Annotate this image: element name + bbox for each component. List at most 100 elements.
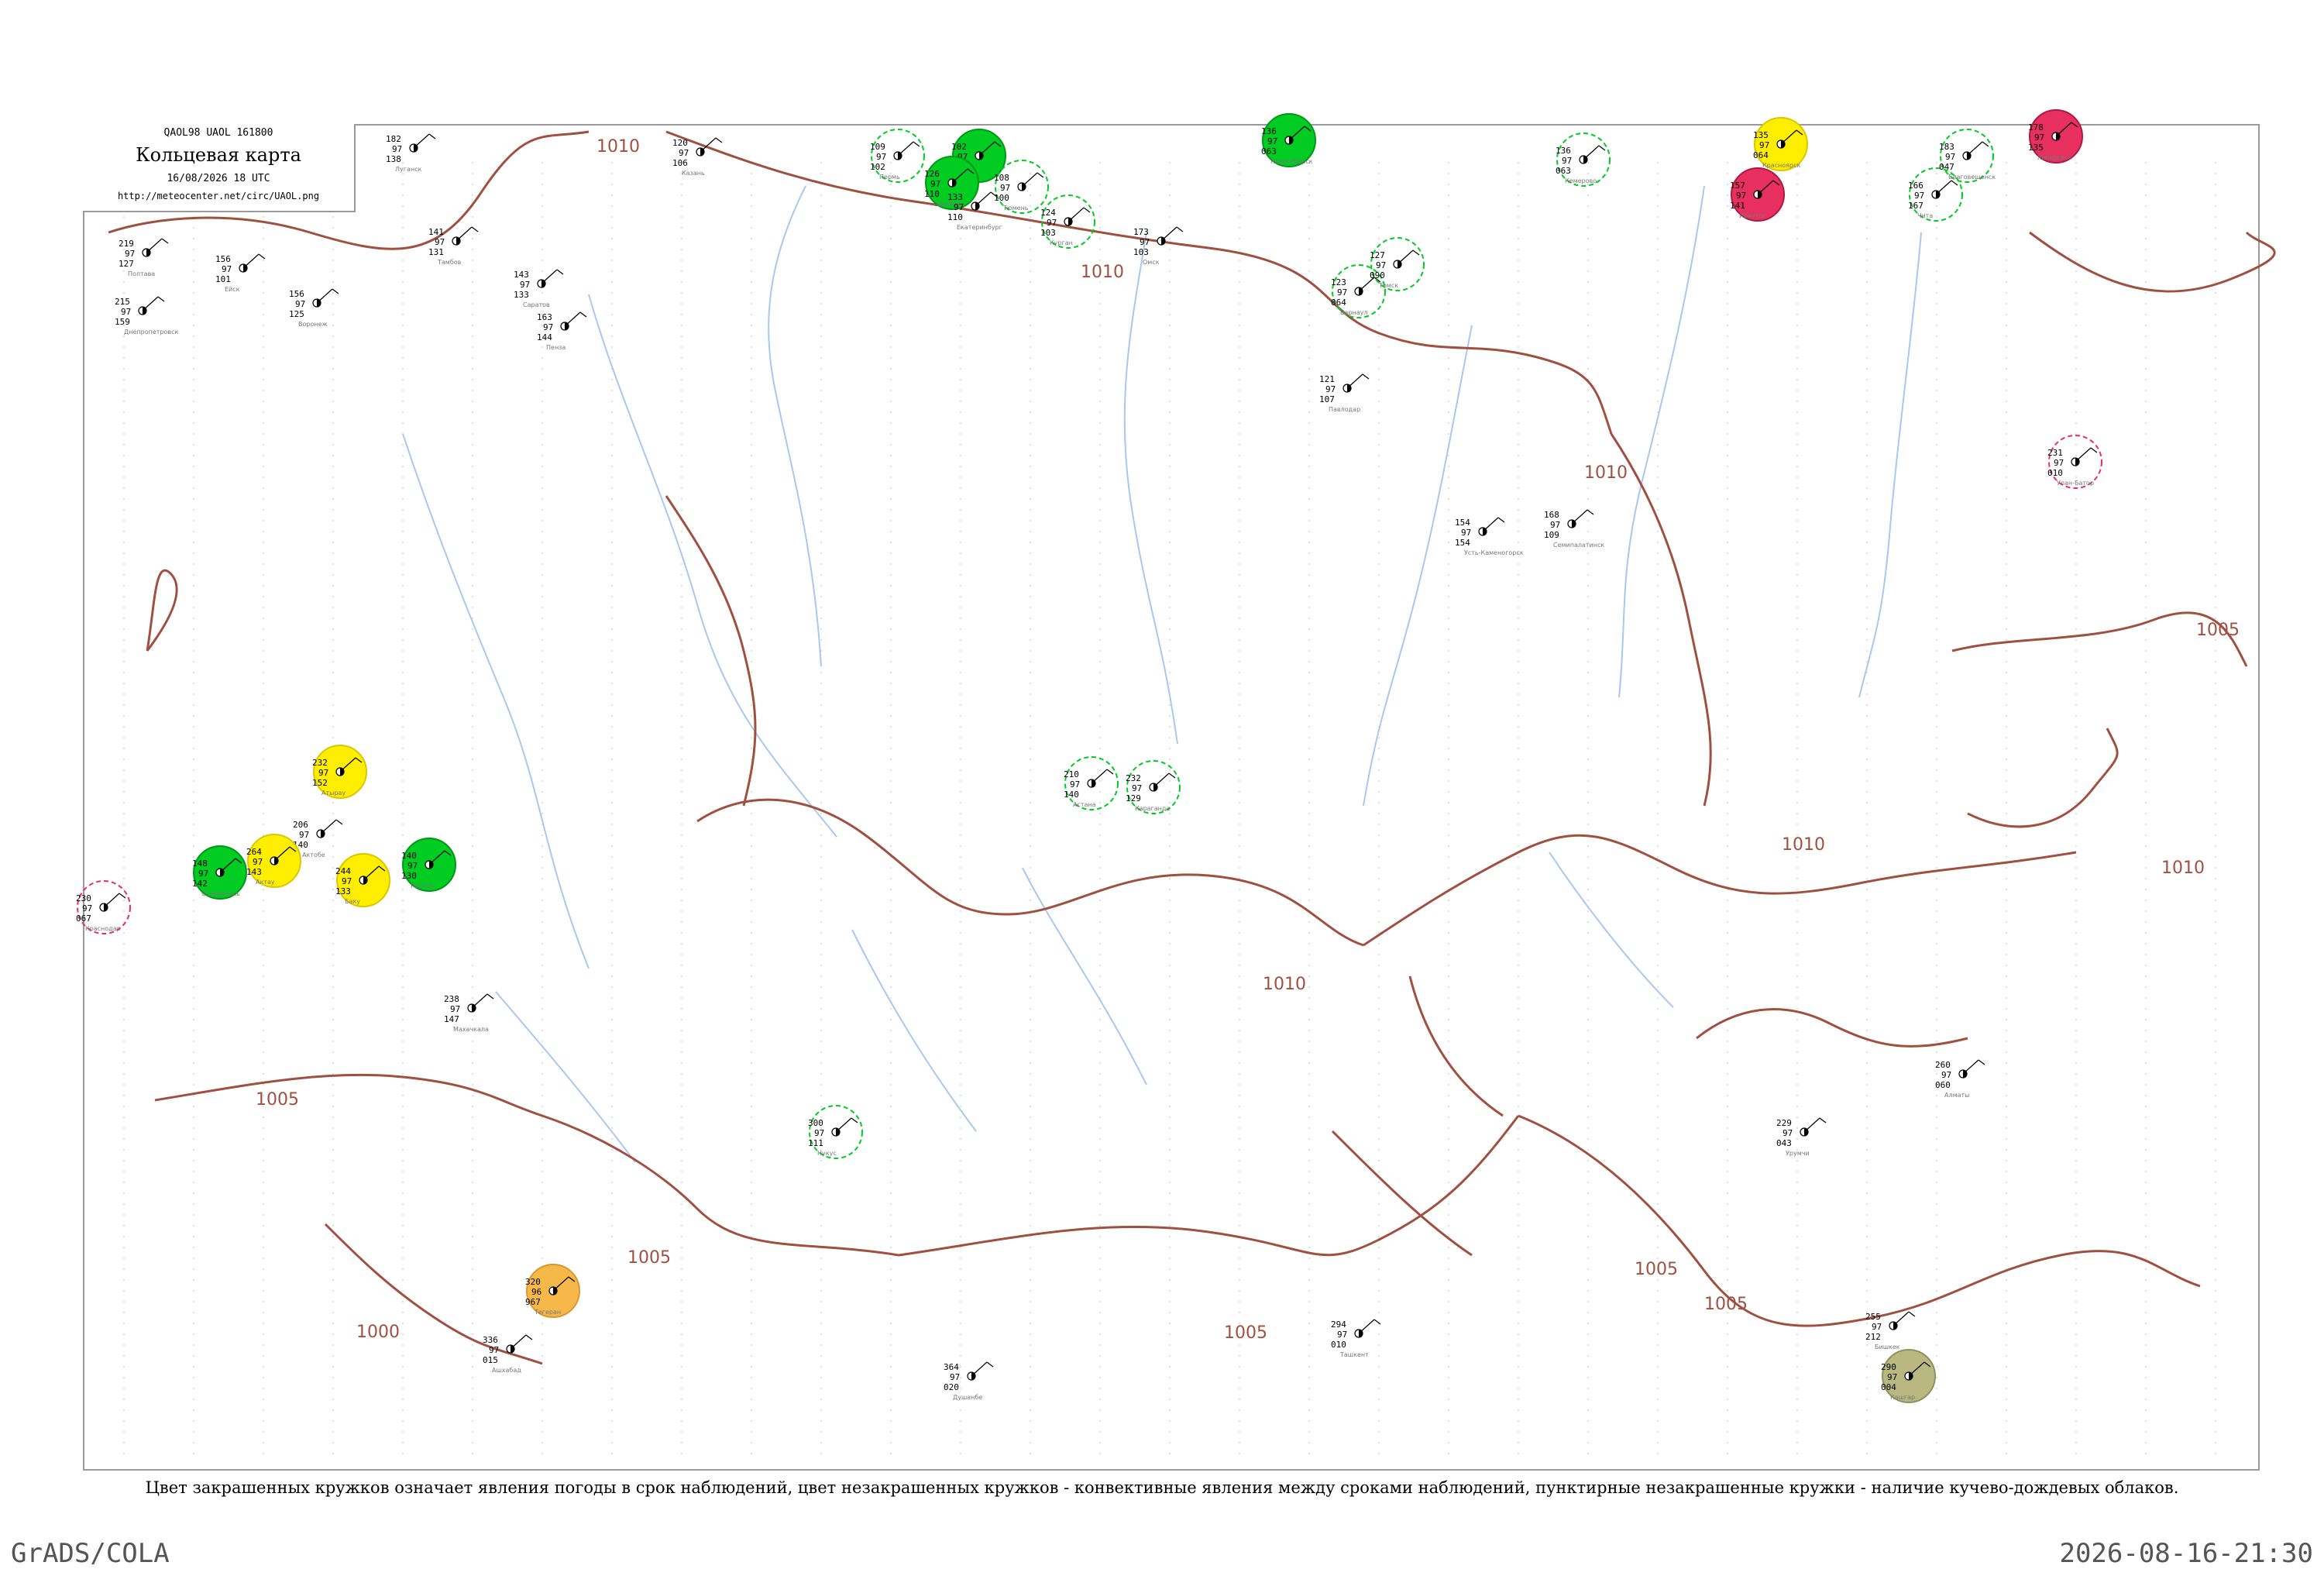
station-name: Усть-Каменогорск bbox=[1464, 549, 1524, 556]
station-plot: 17397103 Омск bbox=[1133, 226, 1184, 266]
station-temp: 97 bbox=[1337, 287, 1347, 298]
station-dewpoint: 967 bbox=[525, 1297, 541, 1307]
wind-barb-icon bbox=[1021, 172, 1038, 188]
wind-barb-icon bbox=[1935, 180, 1952, 195]
station-dewpoint: 127 bbox=[119, 259, 134, 269]
station-plot: 16397144 Пенза bbox=[537, 311, 587, 351]
station-dewpoint: 152 bbox=[312, 778, 328, 788]
station-pressure: 108 bbox=[994, 173, 1009, 183]
station-plot: 10897100 Тюмень bbox=[994, 160, 1049, 214]
station-name: Полтава bbox=[128, 270, 155, 277]
station-name: Баку bbox=[345, 898, 360, 905]
station-dewpoint: 064 bbox=[1753, 150, 1769, 160]
station-pressure: 154 bbox=[1455, 518, 1470, 528]
station-name: Нукус bbox=[817, 1150, 837, 1157]
station-pressure: 232 bbox=[312, 758, 328, 768]
station-dewpoint: 063 bbox=[1261, 146, 1277, 157]
station-pressure: 166 bbox=[1908, 181, 1923, 191]
station-dewpoint: 102 bbox=[870, 162, 885, 172]
station-plot: 17897135Хабаровск bbox=[2028, 109, 2083, 163]
station-temp: 97 bbox=[954, 202, 964, 212]
wind-barb-icon bbox=[1966, 141, 1983, 157]
wind-barb-icon bbox=[1571, 509, 1588, 525]
station-name: Кемерово bbox=[1565, 177, 1597, 184]
station-name: Чита bbox=[1917, 212, 1933, 219]
station-temp: 97 bbox=[121, 307, 131, 317]
wind-barb-icon bbox=[541, 269, 558, 284]
station-dewpoint: 090 bbox=[1370, 270, 1385, 280]
station-dewpoint: 138 bbox=[386, 154, 401, 164]
station-temp: 97 bbox=[1914, 191, 1924, 201]
isobar-labels: 1010 1010 1010 1010 1010 1010 1005 1005 … bbox=[256, 137, 2240, 1343]
station-dewpoint: 004 bbox=[1881, 1382, 1896, 1392]
wind-barb-icon bbox=[471, 993, 488, 1009]
isobar-label: 1005 bbox=[2196, 621, 2240, 640]
isobar-label: 1010 bbox=[2161, 858, 2205, 878]
station-temp: 97 bbox=[679, 148, 689, 158]
station-pressure: 183 bbox=[1939, 142, 1954, 152]
station-dewpoint: 131 bbox=[428, 247, 444, 257]
station-dewpoint: 063 bbox=[1556, 166, 1571, 176]
synoptic-map: 1010 1010 1010 1010 1010 1010 1005 1005 … bbox=[76, 109, 2276, 1454]
station-plot: 26497143 Актау bbox=[246, 834, 301, 888]
station-dewpoint: 130 bbox=[401, 871, 417, 881]
station-pressure: 260 bbox=[1935, 1060, 1951, 1070]
isobar-label: 1005 bbox=[256, 1090, 299, 1110]
bulletin-codes: QAOL98 UAOL 161800 bbox=[163, 127, 273, 139]
wind-barb-icon bbox=[2075, 447, 2092, 463]
station-name: Алматы bbox=[1944, 1092, 1970, 1099]
station-plot: 12197107 Павлодар bbox=[1319, 373, 1370, 413]
wind-barb-icon bbox=[242, 253, 260, 269]
wind-barb-icon bbox=[975, 191, 992, 207]
station-temp: 97 bbox=[1000, 183, 1010, 193]
station-plot: 13697063Новосибирск bbox=[1261, 113, 1316, 167]
station-pressure: 232 bbox=[1126, 773, 1141, 783]
station-temp: 97 bbox=[295, 299, 305, 309]
station-temp: 97 bbox=[299, 830, 309, 840]
wind-barb-icon bbox=[1893, 1311, 1910, 1326]
title-box: QAOL98 UAOL 161800 Кольцевая карта 16/08… bbox=[83, 124, 356, 212]
wind-barb-icon bbox=[1803, 1117, 1820, 1133]
station-temp: 97 bbox=[489, 1345, 499, 1355]
station-name: Курган bbox=[1050, 239, 1073, 246]
station-name: Красноярск bbox=[1762, 162, 1800, 169]
station-name: Луганск bbox=[395, 166, 421, 173]
station-plot: 22997043 Урумчи bbox=[1776, 1117, 1827, 1157]
station-temp: 97 bbox=[450, 1004, 460, 1014]
station-temp: 97 bbox=[520, 280, 530, 290]
station-temp: 97 bbox=[1070, 779, 1080, 790]
station-dewpoint: 129 bbox=[1126, 793, 1141, 803]
station-name: Ашхабад bbox=[492, 1367, 521, 1374]
station-name: Благовещенск bbox=[1948, 174, 1996, 181]
station-pressure: 109 bbox=[870, 142, 885, 152]
station-dewpoint: 010 bbox=[2047, 468, 2063, 478]
station-pressure: 102 bbox=[951, 142, 967, 152]
station-pressure: 215 bbox=[115, 297, 130, 307]
station-dewpoint: 100 bbox=[994, 193, 1009, 203]
station-pressure: 231 bbox=[2047, 448, 2063, 458]
wind-barb-icon bbox=[146, 238, 163, 253]
station-pressure: 178 bbox=[2028, 122, 2044, 132]
wind-barb-icon bbox=[142, 296, 159, 311]
station-plot: 15797141Иркутск bbox=[1730, 167, 1785, 222]
station-name: Краснодар bbox=[85, 925, 121, 932]
wind-barb-icon bbox=[1482, 517, 1499, 532]
station-dewpoint: 015 bbox=[483, 1355, 498, 1365]
station-dewpoint: 106 bbox=[672, 158, 688, 168]
station-name: Махачкала bbox=[453, 1026, 489, 1033]
station-name: Семипалатинск bbox=[1553, 542, 1604, 549]
wind-barb-icon bbox=[316, 288, 333, 304]
station-plot: 21997127Полтава bbox=[119, 238, 169, 277]
station-plot: 23197010 Улан-Батор bbox=[2047, 435, 2102, 489]
station-temp: 97 bbox=[1736, 191, 1746, 201]
station-plot: 29097004 Кашгар bbox=[1881, 1349, 1936, 1403]
station-plot: 25597212 Бишкек bbox=[1865, 1311, 1916, 1351]
isobar-label: 1010 bbox=[1782, 835, 1825, 855]
station-dewpoint: 159 bbox=[115, 317, 130, 327]
station-name: Казань bbox=[682, 170, 705, 177]
station-dewpoint: 143 bbox=[246, 867, 262, 877]
station-pressure: 123 bbox=[1331, 277, 1346, 287]
station-pressure: 229 bbox=[1776, 1118, 1792, 1128]
station-temp: 96 bbox=[531, 1287, 541, 1297]
station-pressure: 135 bbox=[1753, 130, 1769, 140]
